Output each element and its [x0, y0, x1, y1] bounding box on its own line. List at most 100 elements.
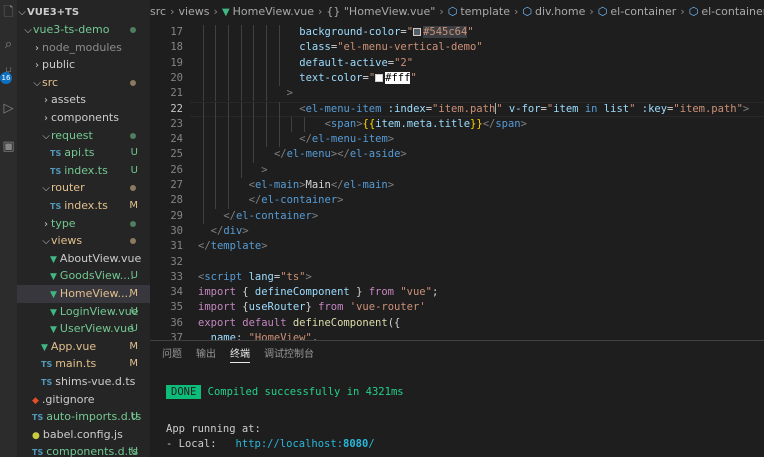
tree-item[interactable]: TS components.d.ts U: [17, 443, 150, 457]
tree-item[interactable]: ● babel.config.js: [17, 426, 150, 444]
tree-item[interactable]: ▼ AboutView.vue: [17, 250, 150, 268]
indent-guide: [278, 101, 280, 117]
indent-guide: [202, 178, 204, 194]
tree-item[interactable]: ⌵request: [17, 127, 150, 145]
code-line[interactable]: import {useRouter} from 'vue-router': [198, 300, 426, 315]
code-editor[interactable]: 17 background-color=" #545c64" 18 class="el-…: [150, 24, 764, 340]
indent-guide: [240, 162, 242, 178]
tree-item[interactable]: ◆ .gitignore: [17, 391, 150, 409]
tree-item[interactable]: ▼ UserView.vue U: [17, 320, 150, 338]
indent-guide: [253, 25, 255, 41]
ts-file-icon: TS: [41, 360, 53, 370]
indent-guide: [265, 116, 267, 133]
indent-guide: [291, 116, 293, 133]
tree-item[interactable]: TS auto-imports.d.ts U: [17, 408, 150, 426]
git-status-dot: [130, 79, 136, 86]
tree-item[interactable]: ▼ GoodsView.... U: [17, 267, 150, 285]
terminal[interactable]: DONE Compiled successfully in 4321ms App…: [166, 385, 756, 452]
explorer-root-label: VUE3+TS: [27, 7, 80, 18]
breadcrumb-item[interactable]: src: [150, 5, 166, 18]
code-line[interactable]: text-color=" #fff": [299, 71, 417, 86]
breadcrumb-item[interactable]: ⬡ el-container: [598, 5, 677, 18]
panel-tab[interactable]: 终端: [230, 345, 250, 363]
chevron-right-icon: ›: [44, 113, 48, 124]
tree-item[interactable]: ⌵router: [17, 179, 150, 197]
chevron-right-icon: ›: [439, 5, 444, 18]
code-line[interactable]: export default defineComponent({: [198, 316, 400, 331]
code-line[interactable]: >: [287, 86, 293, 101]
code-line[interactable]: default-active="2": [299, 56, 413, 71]
code-line[interactable]: <script lang="ts">: [198, 270, 312, 285]
indent-guide: [278, 40, 280, 56]
code-line[interactable]: </el-container>: [223, 209, 318, 224]
tree-item[interactable]: › components: [17, 109, 150, 127]
code-line[interactable]: class="el-menu-vertical-demo": [299, 40, 482, 55]
indent-guide: [265, 25, 267, 41]
code-line[interactable]: </template>: [198, 239, 268, 254]
code-line[interactable]: </div>: [211, 224, 249, 239]
indent-guide: [215, 101, 217, 117]
indent-guide: [278, 55, 280, 71]
code-line[interactable]: background-color=" #545c64": [299, 25, 474, 40]
code-line[interactable]: </el-container>: [249, 193, 344, 208]
tree-item[interactable]: TS main.ts M: [17, 355, 150, 373]
indent-guide: [278, 25, 280, 41]
tree-item[interactable]: TS index.ts U: [17, 162, 150, 180]
indent-guide: [227, 178, 229, 194]
code-line[interactable]: </el-menu></el-aside>: [274, 147, 407, 162]
panel-tab[interactable]: 输出: [196, 345, 216, 362]
breadcrumb-item[interactable]: ▼ HomeView.vue: [222, 5, 314, 18]
tree-item[interactable]: › type: [17, 215, 150, 233]
local-url-prefix[interactable]: http://localhost:: [236, 438, 343, 450]
indent-guide: [202, 40, 204, 56]
indent-guide: [253, 132, 255, 148]
explorer-root[interactable]: ⌵VUE3+TS: [17, 3, 150, 21]
tree-item[interactable]: ⌵views: [17, 232, 150, 250]
code-line[interactable]: >: [261, 163, 267, 178]
panel-tab[interactable]: 调试控制台: [264, 345, 314, 362]
code-line[interactable]: name: "HomeView",: [211, 331, 319, 340]
tree-item-label: type: [51, 216, 76, 230]
tree-item[interactable]: › public: [17, 56, 150, 74]
chevron-right-icon: ›: [513, 5, 519, 18]
line-number: 35: [170, 301, 183, 314]
breadcrumb-item[interactable]: {} "HomeView.vue": [326, 5, 435, 18]
local-url-suffix[interactable]: /: [368, 438, 374, 450]
tree-item[interactable]: TS shims-vue.d.ts: [17, 373, 150, 391]
indent-guide: [253, 147, 255, 163]
breadcrumb-item[interactable]: ⬡ template: [448, 5, 510, 18]
code-line[interactable]: <el-main>Main</el-main>: [249, 178, 394, 193]
code-line[interactable]: <el-menu-item :index="item.path" v-for="…: [299, 102, 749, 117]
code-line[interactable]: import { defineComponent } from "vue";: [198, 285, 438, 300]
extensions-icon[interactable]: ▣: [0, 134, 17, 158]
breadcrumb-item[interactable]: ⬡ div.home: [522, 5, 585, 18]
indent-guide: [202, 25, 204, 41]
indent-guide: [202, 86, 204, 102]
tree-item[interactable]: TS index.ts M: [17, 197, 150, 215]
tree-item[interactable]: ⌵src: [17, 74, 150, 92]
indent-guide: [215, 162, 217, 178]
tree-item[interactable]: ▼ HomeView.... M: [17, 285, 150, 303]
symbol-element-icon: ⬡: [688, 5, 699, 18]
tree-item[interactable]: TS api.ts U: [17, 144, 150, 162]
tree-item[interactable]: › assets: [17, 91, 150, 109]
panel-tab[interactable]: 问题: [162, 345, 182, 362]
code-line[interactable]: </el-menu-item>: [299, 132, 394, 147]
explorer-icon[interactable]: 🗋: [0, 2, 17, 26]
search-icon[interactable]: ⌕: [0, 32, 17, 56]
tree-item[interactable]: › node_modules: [17, 39, 150, 57]
breadcrumb-item[interactable]: views: [178, 5, 209, 18]
line-number: 33: [170, 270, 183, 283]
terminal-done-line: DONE Compiled successfully in 4321ms: [166, 385, 756, 400]
run-debug-icon[interactable]: ▷: [0, 96, 17, 120]
tree-item[interactable]: ⌵vue3-ts-demo: [17, 21, 150, 39]
tree-item[interactable]: ▼ LoginView.vue U: [17, 303, 150, 321]
tree-item[interactable]: ▼ App.vue M: [17, 338, 150, 356]
code-line[interactable]: <span>{{item.meta.title}}</span>: [325, 117, 527, 132]
indent-guide: [253, 70, 255, 87]
local-url-port[interactable]: 8080: [343, 438, 368, 450]
indent-guide: [202, 70, 204, 87]
indent-guide: [215, 116, 217, 133]
line-number: 29: [170, 209, 183, 222]
breadcrumb-item[interactable]: ⬡ el-container: [689, 5, 764, 18]
